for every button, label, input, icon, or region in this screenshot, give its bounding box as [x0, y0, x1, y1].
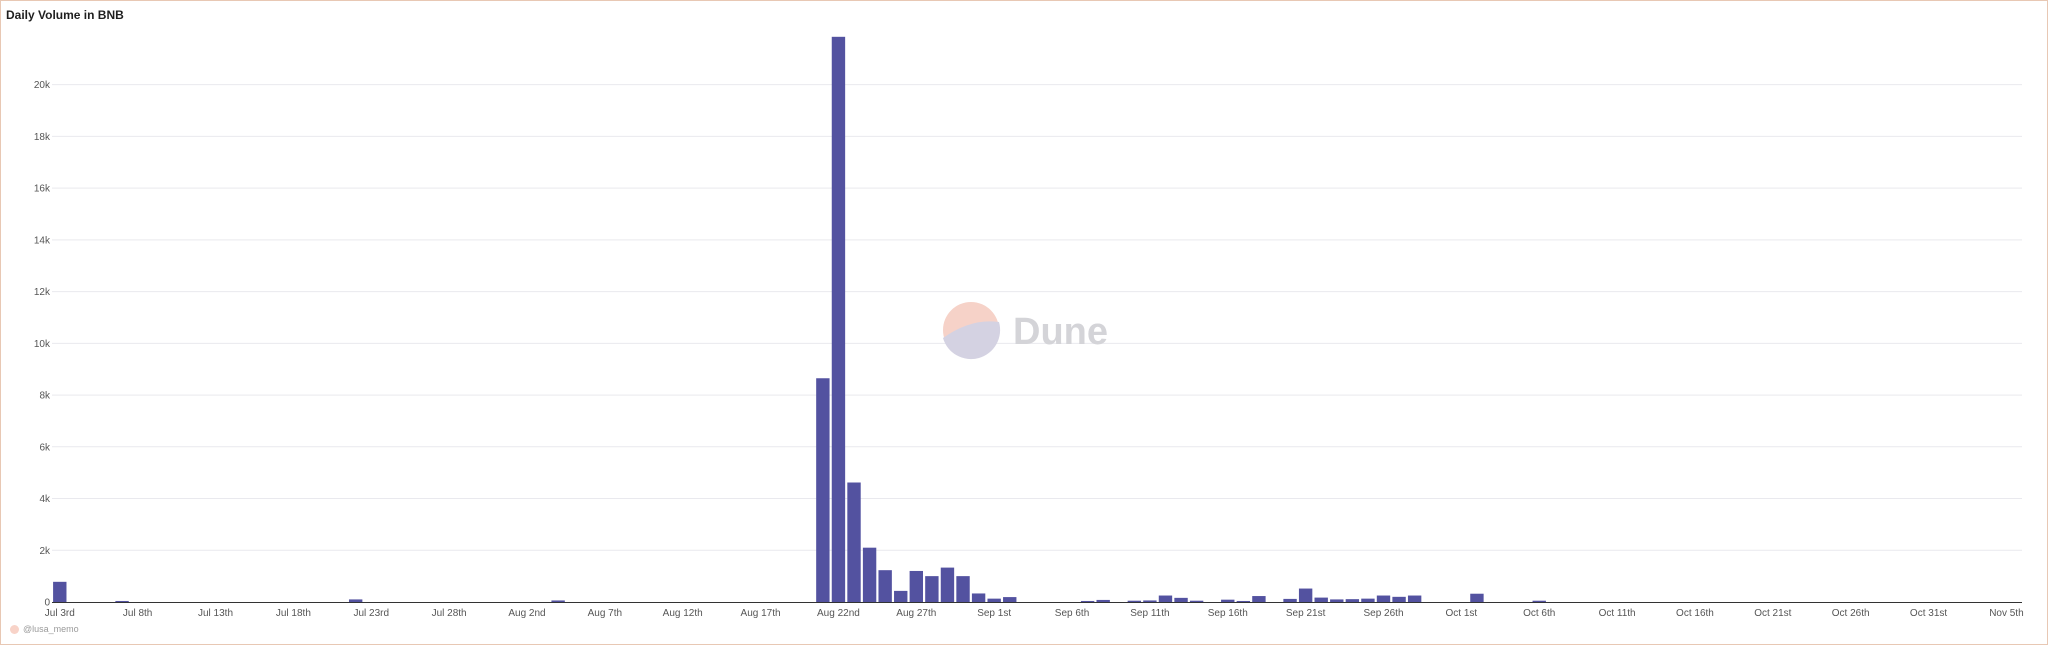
y-tick-label: 2k [39, 546, 51, 557]
x-tick-label: Jul 13th [198, 608, 233, 619]
y-tick-label: 4k [39, 494, 51, 505]
bar [1236, 600, 1251, 602]
bar [956, 576, 970, 602]
bar [1096, 599, 1110, 602]
y-tick-label: 16k [34, 184, 51, 195]
x-tick-label: Aug 2nd [508, 608, 545, 619]
bar [1158, 595, 1173, 602]
bar [1298, 588, 1313, 602]
x-tick-label: Jul 18th [276, 608, 311, 619]
bar [1407, 595, 1422, 602]
bar [1376, 595, 1391, 602]
bars [53, 36, 1546, 603]
bar [878, 570, 892, 602]
x-tick-label: Sep 11th [1130, 608, 1169, 619]
x-axis-ticks: Jul 3rd Jul 8th Jul 13th Jul 18th Jul 23rd Ju… [45, 608, 2024, 619]
x-tick-label: Aug 17th [741, 608, 781, 619]
y-tick-label: 6k [39, 442, 51, 453]
bar [940, 567, 955, 602]
y-tick-label: 20k [34, 80, 51, 91]
bar [1189, 600, 1204, 602]
x-tick-label: Jul 28th [432, 608, 467, 619]
bar [971, 593, 986, 602]
y-tick-label: 0 [44, 598, 50, 609]
x-tick-label: Oct 6th [1523, 608, 1555, 619]
bar [1283, 598, 1297, 602]
bar [925, 576, 939, 602]
bar [816, 378, 830, 602]
bar [1392, 596, 1406, 602]
bar [1532, 600, 1546, 602]
bar [847, 482, 861, 602]
bar [1314, 597, 1328, 602]
x-tick-label: Aug 7th [588, 608, 622, 619]
bar [1345, 599, 1360, 602]
bar [1221, 599, 1235, 602]
attribution[interactable]: @lusa_memo [10, 624, 79, 634]
bar [1127, 600, 1142, 602]
x-tick-label: Oct 26th [1832, 608, 1870, 619]
bar [53, 581, 67, 602]
x-tick-label: Sep 16th [1208, 608, 1248, 619]
bar [1174, 597, 1188, 602]
x-tick-label: Sep 26th [1363, 608, 1403, 619]
bar [1143, 600, 1157, 602]
bar [348, 599, 363, 602]
bar [1080, 600, 1095, 602]
y-tick-label: 18k [34, 132, 51, 143]
x-tick-label: Sep 6th [1055, 608, 1089, 619]
y-axis-ticks: 0 2k 4k 6k 8k 10k 12k 14k 16k 18k 20k [34, 80, 51, 608]
bar [115, 600, 129, 602]
x-tick-label: Oct 31st [1910, 608, 1947, 619]
bar-chart: 0 2k 4k 6k 8k 10k 12k 14k 16k 18k 20k Dune Jul 3rd… [34, 36, 2024, 619]
watermark-text: Dune [1013, 311, 1108, 353]
x-tick-label: Nov 5th [1989, 608, 2023, 619]
bar [1361, 598, 1375, 602]
x-tick-label: Aug 12th [663, 608, 703, 619]
x-tick-label: Sep 21st [1286, 608, 1326, 619]
x-tick-label: Oct 21st [1754, 608, 1791, 619]
bar [1470, 593, 1484, 602]
x-tick-label: Oct 11th [1599, 608, 1636, 619]
y-tick-label: 10k [34, 339, 51, 350]
bar [987, 598, 1001, 602]
x-tick-label: Jul 3rd [45, 608, 75, 619]
y-tick-label: 12k [34, 287, 51, 298]
bar [551, 600, 565, 602]
y-tick-label: 14k [34, 235, 51, 246]
bar [1252, 596, 1266, 602]
bar [1330, 599, 1344, 602]
bar [1003, 597, 1017, 602]
x-tick-label: Aug 22nd [817, 608, 860, 619]
bar [894, 590, 908, 602]
x-tick-label: Sep 1st [977, 608, 1011, 619]
bar [831, 36, 846, 603]
y-tick-label: 8k [39, 391, 51, 402]
bar [862, 547, 877, 602]
avatar [10, 624, 19, 634]
x-tick-label: Oct 1st [1446, 608, 1478, 619]
x-tick-label: Jul 8th [123, 608, 152, 619]
x-tick-label: Jul 23rd [353, 608, 389, 619]
dune-watermark: Dune [943, 302, 1108, 360]
attribution-label: @lusa_memo [23, 624, 79, 634]
bar [909, 570, 923, 602]
x-tick-label: Oct 16th [1676, 608, 1714, 619]
x-tick-label: Aug 27th [896, 608, 936, 619]
